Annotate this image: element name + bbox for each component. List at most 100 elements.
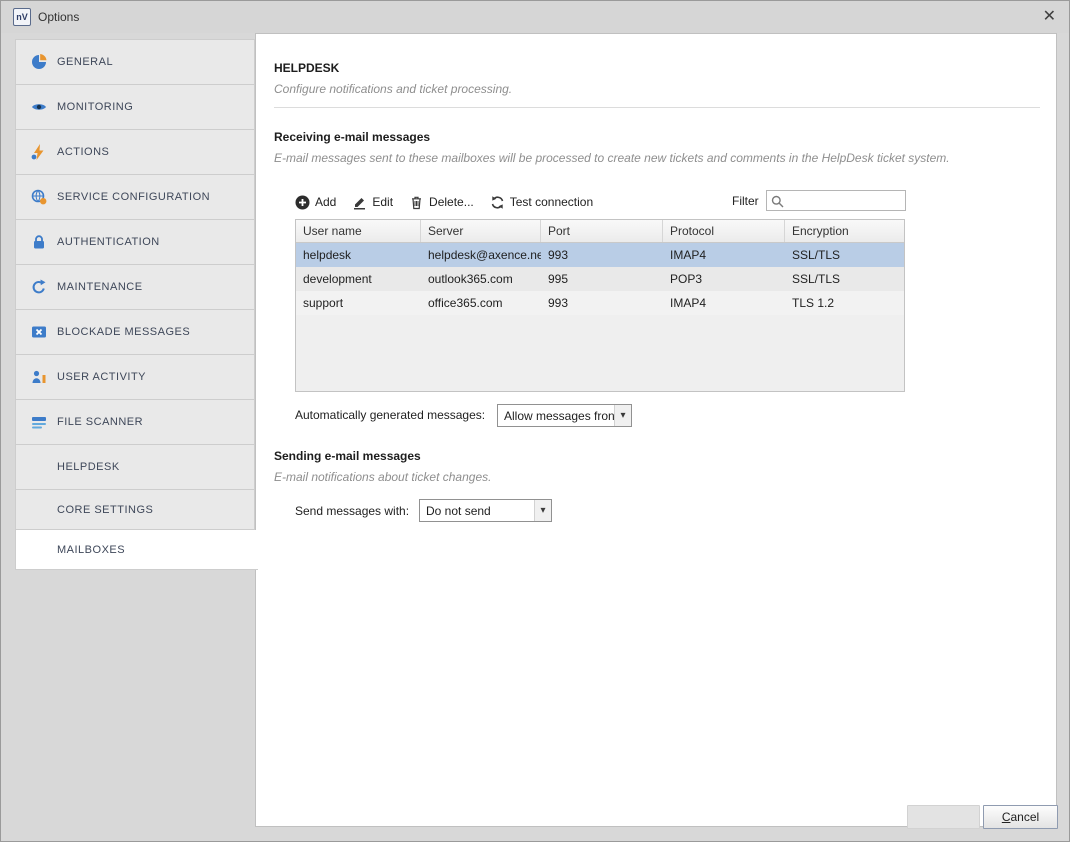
table-row[interactable]: development outlook365.com 995 POP3 SSL/… — [296, 267, 904, 291]
divider — [274, 107, 1040, 108]
sidebar: GENERAL MONITORING ACTIONS SERVICE CONFI… — [15, 39, 255, 570]
column-header-user-name[interactable]: User name — [296, 220, 421, 242]
close-icon[interactable]: ✕ — [1043, 8, 1056, 26]
page-title: HELPDESK — [274, 61, 339, 75]
sidebar-item-authentication[interactable]: AUTHENTICATION — [16, 220, 254, 265]
sidebar-item-label: MONITORING — [57, 101, 133, 113]
send-with-dropdown-value: Do not send — [420, 504, 534, 518]
cell-port: 993 — [541, 243, 663, 267]
column-header-server[interactable]: Server — [421, 220, 541, 242]
sidebar-item-maintenance[interactable]: MAINTENANCE — [16, 265, 254, 310]
user-activity-icon — [31, 369, 57, 385]
mailbox-toolbar: Add Edit Delete... Test connection — [295, 191, 593, 213]
table-row[interactable]: helpdesk helpdesk@axence.net 993 IMAP4 S… — [296, 243, 904, 267]
filter-label: Filter — [732, 194, 759, 208]
sidebar-item-helpdesk[interactable]: HELPDESK — [16, 445, 254, 490]
cell-user-name: development — [296, 267, 421, 291]
auto-generated-label: Automatically generated messages: — [295, 408, 485, 422]
sidebar-item-general[interactable]: GENERAL — [16, 40, 254, 85]
chevron-down-icon: ▾ — [534, 500, 551, 521]
cell-protocol: IMAP4 — [663, 291, 785, 315]
sending-section-title: Sending e-mail messages — [274, 449, 421, 463]
auto-generated-dropdown[interactable]: Allow messages fron ▾ — [497, 404, 632, 427]
sidebar-item-blockade-messages[interactable]: BLOCKADE MESSAGES — [16, 310, 254, 355]
edit-button-label: Edit — [372, 195, 393, 209]
cancel-button-label-rest: ancel — [1010, 810, 1039, 824]
delete-button[interactable]: Delete... — [409, 195, 474, 210]
page-subtitle: Configure notifications and ticket proce… — [274, 82, 512, 96]
cell-encryption: SSL/TLS — [785, 267, 904, 291]
cell-user-name: helpdesk — [296, 243, 421, 267]
ok-button[interactable] — [907, 805, 980, 829]
cell-protocol: POP3 — [663, 267, 785, 291]
sidebar-item-label: FILE SCANNER — [57, 416, 143, 428]
auto-generated-dropdown-value: Allow messages fron — [498, 409, 614, 423]
cell-server: office365.com — [421, 291, 541, 315]
sidebar-item-core-settings[interactable]: CORE SETTINGS — [16, 490, 254, 530]
test-connection-button[interactable]: Test connection — [490, 195, 593, 210]
add-icon — [295, 195, 310, 210]
monitoring-icon — [31, 99, 57, 115]
test-connection-button-label: Test connection — [510, 195, 593, 209]
table-row[interactable]: support office365.com 993 IMAP4 TLS 1.2 — [296, 291, 904, 315]
cell-server: helpdesk@axence.net — [421, 243, 541, 267]
sidebar-item-service-configuration[interactable]: SERVICE CONFIGURATION — [16, 175, 254, 220]
chevron-down-icon: ▾ — [614, 405, 631, 426]
service-configuration-icon — [31, 189, 57, 205]
cancel-button[interactable]: Cancel — [983, 805, 1058, 829]
cell-user-name: support — [296, 291, 421, 315]
cell-port: 993 — [541, 291, 663, 315]
sidebar-item-actions[interactable]: ACTIONS — [16, 130, 254, 175]
sidebar-item-label: BLOCKADE MESSAGES — [57, 326, 190, 338]
cell-server: outlook365.com — [421, 267, 541, 291]
window-title: Options — [38, 10, 79, 24]
authentication-icon — [31, 234, 57, 250]
sidebar-item-label: SERVICE CONFIGURATION — [57, 191, 210, 203]
sidebar-item-label: MAILBOXES — [57, 544, 125, 556]
edit-button[interactable]: Edit — [352, 195, 393, 210]
actions-icon — [31, 144, 57, 160]
cell-port: 995 — [541, 267, 663, 291]
app-logo-icon: nV — [13, 8, 31, 26]
blockade-messages-icon — [31, 324, 57, 340]
delete-button-label: Delete... — [429, 195, 474, 209]
table-header: User name Server Port Protocol Encryptio… — [296, 220, 904, 243]
sidebar-item-user-activity[interactable]: USER ACTIVITY — [16, 355, 254, 400]
sidebar-item-label: CORE SETTINGS — [57, 504, 153, 516]
refresh-icon — [490, 195, 505, 210]
general-icon — [31, 54, 57, 70]
sidebar-item-label: USER ACTIVITY — [57, 371, 146, 383]
receiving-section-title: Receiving e-mail messages — [274, 130, 430, 144]
mailbox-table: User name Server Port Protocol Encryptio… — [295, 219, 905, 392]
maintenance-icon — [31, 279, 57, 295]
filter-box — [766, 190, 906, 211]
column-header-port[interactable]: Port — [541, 220, 663, 242]
sidebar-item-label: HELPDESK — [57, 461, 120, 473]
filter-input[interactable] — [788, 192, 904, 209]
cell-encryption: TLS 1.2 — [785, 291, 904, 315]
sidebar-item-label: ACTIONS — [57, 146, 109, 158]
receiving-section-description: E-mail messages sent to these mailboxes … — [274, 151, 950, 165]
edit-icon — [352, 195, 367, 210]
file-scanner-icon — [31, 414, 57, 430]
column-header-encryption[interactable]: Encryption — [785, 220, 904, 242]
sidebar-item-label: AUTHENTICATION — [57, 236, 160, 248]
sidebar-item-mailboxes[interactable]: MAILBOXES — [16, 530, 258, 570]
sidebar-item-label: GENERAL — [57, 56, 113, 68]
cell-encryption: SSL/TLS — [785, 243, 904, 267]
sending-section-description: E-mail notifications about ticket change… — [274, 470, 491, 484]
send-with-label: Send messages with: — [295, 504, 409, 518]
delete-icon — [409, 195, 424, 210]
filter-group: Filter — [732, 190, 906, 211]
column-header-protocol[interactable]: Protocol — [663, 220, 785, 242]
content-panel: HELPDESK Configure notifications and tic… — [255, 33, 1057, 827]
options-dialog: nV Options ✕ GENERAL MONITORING ACTIONS — [0, 0, 1070, 842]
add-button[interactable]: Add — [295, 195, 336, 210]
title-bar[interactable]: nV Options ✕ — [1, 1, 1069, 33]
sidebar-item-file-scanner[interactable]: FILE SCANNER — [16, 400, 254, 445]
sidebar-item-label: MAINTENANCE — [57, 281, 143, 293]
add-button-label: Add — [315, 195, 336, 209]
cell-protocol: IMAP4 — [663, 243, 785, 267]
send-with-dropdown[interactable]: Do not send ▾ — [419, 499, 552, 522]
sidebar-item-monitoring[interactable]: MONITORING — [16, 85, 254, 130]
